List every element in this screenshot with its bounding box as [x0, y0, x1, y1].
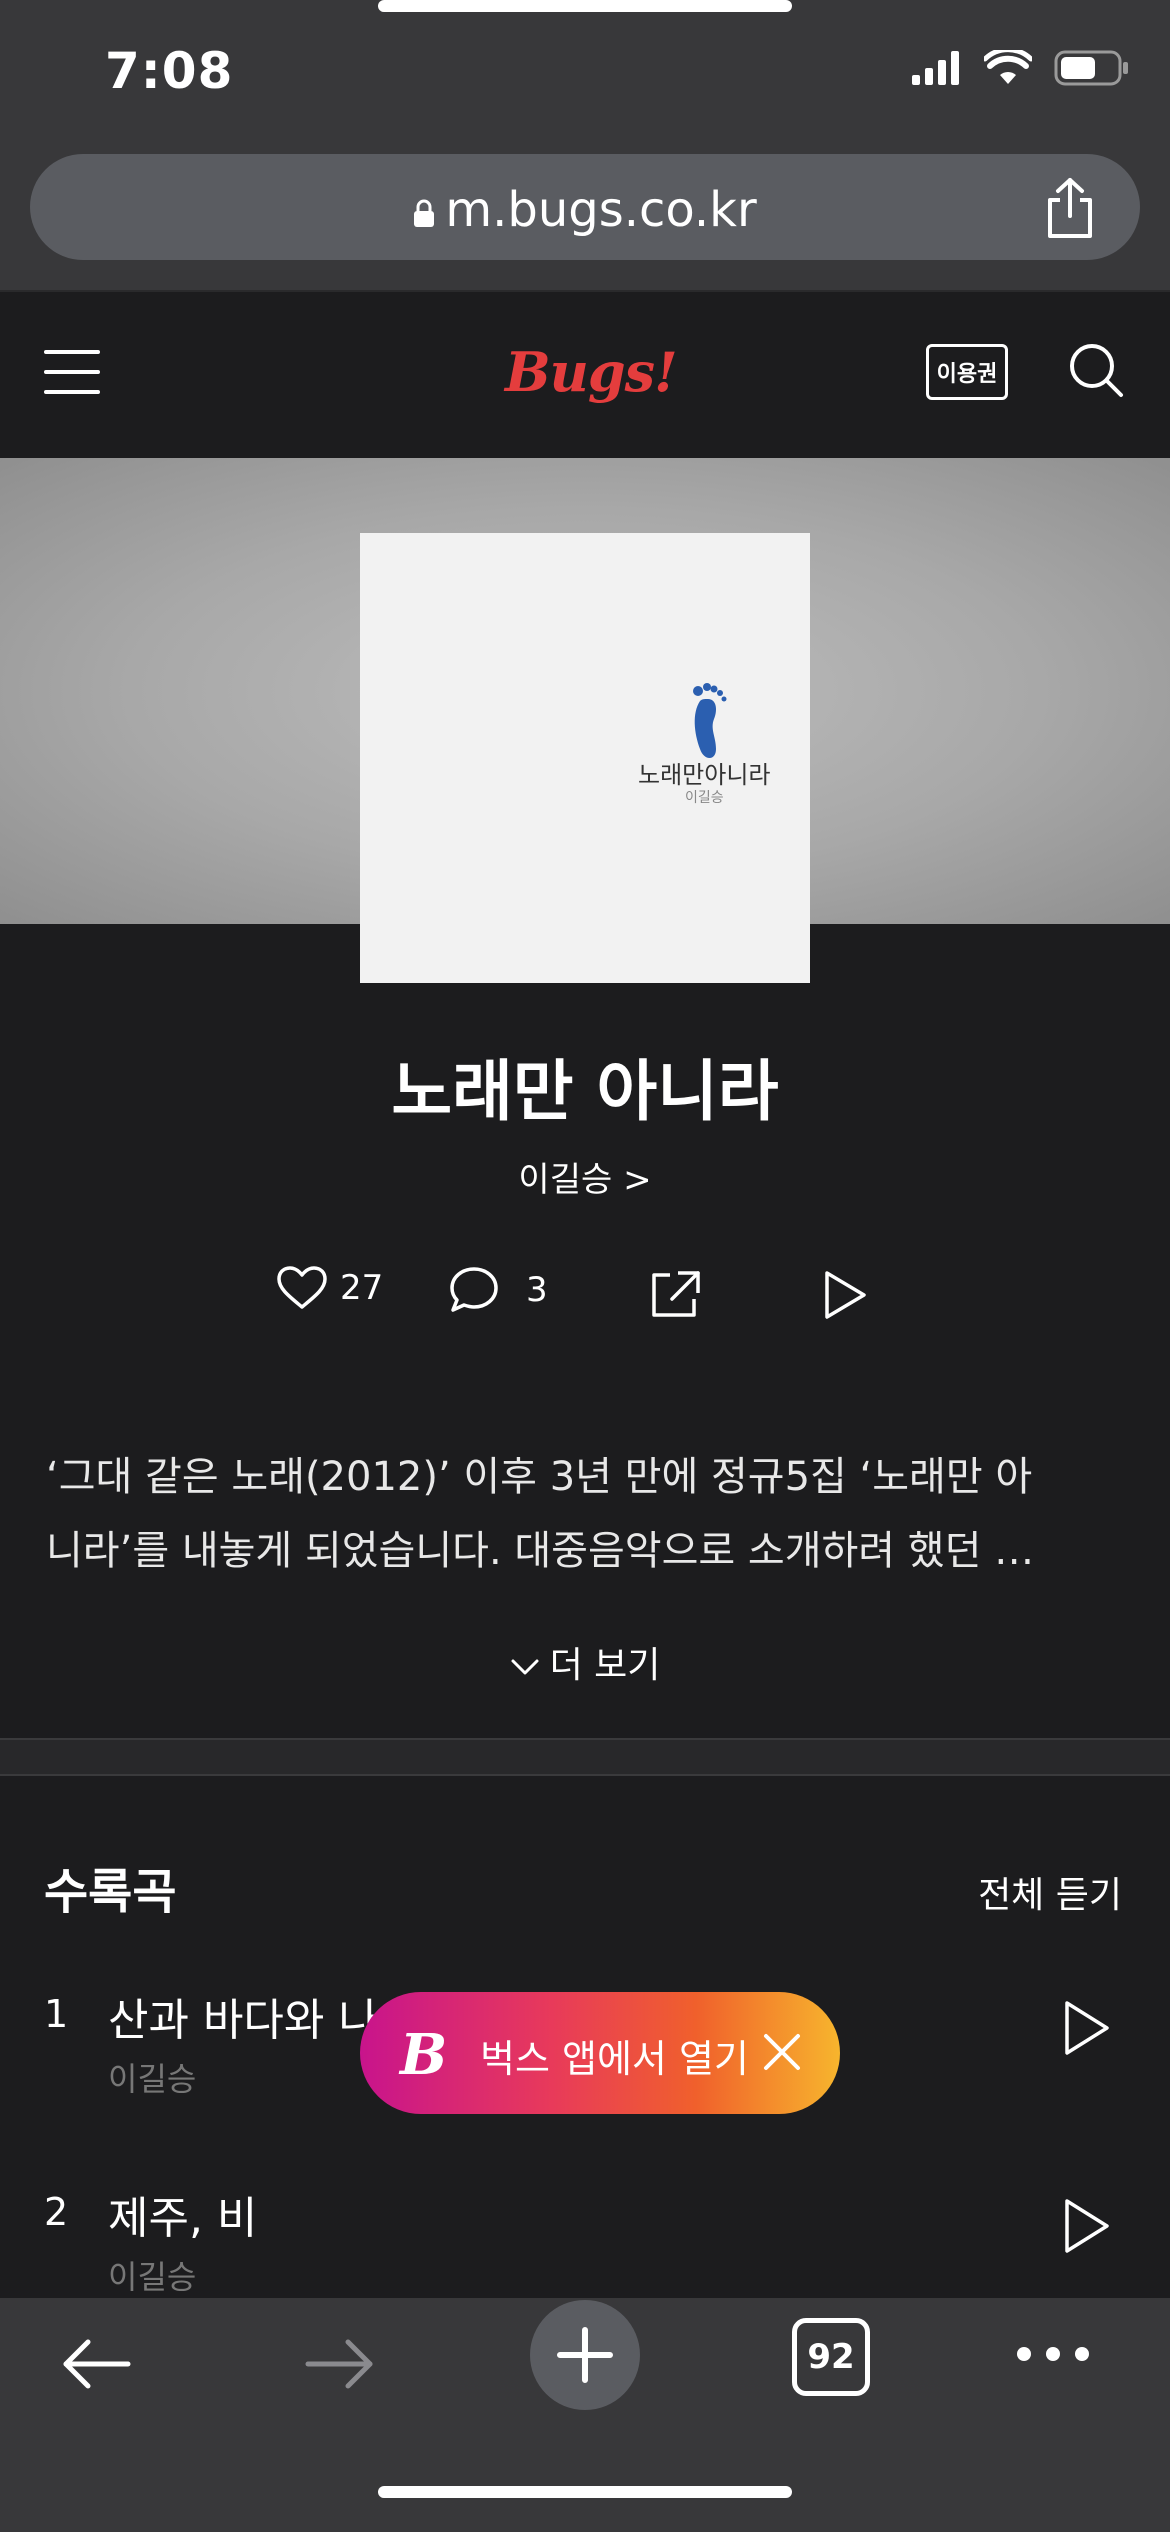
cover-artist: 이길승	[685, 790, 724, 806]
forward-arrow-icon[interactable]	[304, 2338, 376, 2390]
cover-title: 노래만아니라	[638, 761, 771, 789]
comment-button[interactable]: 3	[448, 1265, 548, 1315]
address-bar[interactable]: m.bugs.co.kr	[30, 154, 1140, 260]
tracklist-title: 수록곡	[44, 1864, 177, 1920]
new-tab-button[interactable]	[530, 2300, 640, 2410]
footprint-icon	[693, 683, 727, 758]
share-icon[interactable]	[1040, 176, 1100, 240]
track-artist: 이길승	[108, 2060, 197, 2098]
status-icons	[912, 50, 1130, 86]
external-share-icon[interactable]	[648, 1269, 702, 1321]
play-icon[interactable]	[1062, 2196, 1112, 2256]
play-all-button[interactable]: 전체 듣기	[978, 1866, 1122, 1918]
album-actions: 27 3	[0, 1265, 1170, 1335]
ticket-button[interactable]: 이용권	[926, 344, 1008, 400]
artist-link[interactable]: 이길승 >	[0, 1152, 1170, 1201]
signal-icon	[912, 51, 959, 85]
open-in-app-banner[interactable]: B 벅스 앱에서 열기	[360, 1992, 840, 2114]
back-arrow-icon[interactable]	[60, 2338, 132, 2390]
menu-button[interactable]	[44, 350, 100, 394]
more-options-icon[interactable]	[1016, 2346, 1090, 2362]
plus-icon	[557, 2327, 613, 2383]
like-count: 27	[340, 1268, 384, 1308]
bugs-logo[interactable]: Bugs!	[505, 340, 678, 404]
comment-icon	[450, 1267, 498, 1312]
track-number: 2	[44, 2190, 69, 2234]
bugs-app-logo: B	[400, 2022, 448, 2088]
battery-icon	[1054, 50, 1128, 86]
tabs-button[interactable]: 92	[792, 2318, 870, 2396]
wifi-icon	[984, 50, 1032, 84]
close-icon[interactable]	[758, 2028, 806, 2076]
app-header: Bugs! 이용권	[0, 292, 1170, 458]
play-icon[interactable]	[822, 1269, 868, 1321]
browser-toolbar: m.bugs.co.kr	[0, 150, 1170, 292]
section-divider	[0, 1738, 1170, 1776]
track-artist: 이길승	[108, 2258, 197, 2296]
more-label: 더 보기	[549, 1645, 661, 1686]
track-title: 산과 바다와 나	[108, 1995, 379, 2046]
chevron-down-icon	[511, 1659, 539, 1675]
comment-count: 3	[526, 1270, 548, 1310]
album-cover[interactable]: 노래만아니라 이길승	[360, 533, 810, 983]
album-title: 노래만 아니라	[391, 1053, 779, 1130]
url-text: m.bugs.co.kr	[445, 182, 757, 238]
description-line: ‘그대 같은 노래(2012)’ 이후 3년 만에 정규5집 ‘노래만 아	[46, 1454, 1033, 1500]
search-icon[interactable]	[1068, 342, 1124, 398]
description-line: 니라’를 내놓게 되었습니다. 대중음악으로 소개하려 했던 …	[46, 1528, 1035, 1574]
album-description: ‘그대 같은 노래(2012)’ 이후 3년 만에 정규5집 ‘노래만 아 니라…	[46, 1440, 1126, 1588]
track-title: 제주, 비	[108, 2193, 258, 2244]
home-indicator	[378, 2486, 792, 2498]
url-display[interactable]: m.bugs.co.kr	[30, 182, 1140, 238]
open-in-app-label[interactable]: 벅스 앱에서 열기	[480, 2028, 749, 2083]
play-icon[interactable]	[1062, 1998, 1112, 2058]
track-number: 1	[44, 1992, 69, 2036]
like-button[interactable]: 27	[276, 1265, 383, 1311]
lock-icon	[414, 199, 435, 227]
heart-icon	[277, 1266, 327, 1309]
status-bar: 7:08	[0, 0, 1170, 150]
more-button[interactable]: 더 보기	[0, 1636, 1170, 1688]
status-time: 7:08	[105, 42, 234, 100]
